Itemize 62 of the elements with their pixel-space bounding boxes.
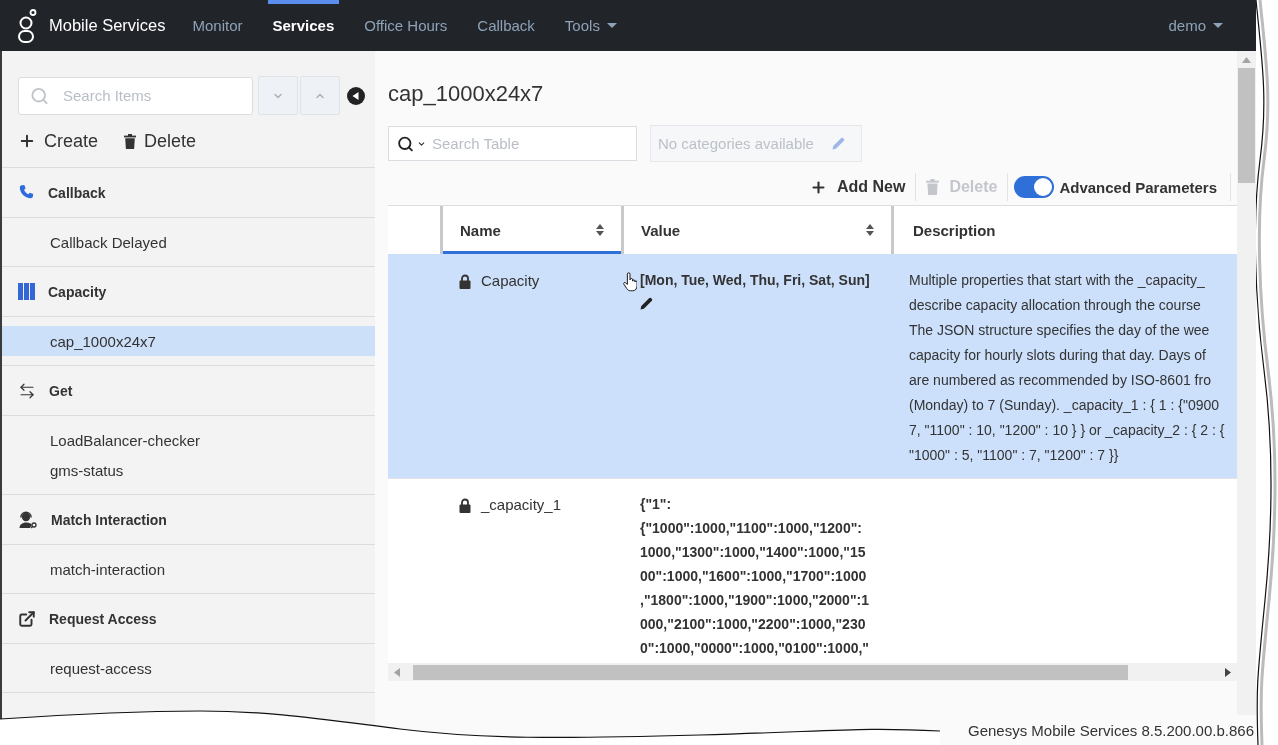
create-button[interactable]: Create <box>18 130 99 152</box>
search-icon <box>30 86 49 105</box>
group-label: Request Access <box>49 610 157 627</box>
nav-tab[interactable]: Callback <box>472 0 540 51</box>
category-text: No categories available <box>658 135 814 152</box>
table-row[interactable] <box>388 254 1237 479</box>
parameter-value: [Mon, Tue, Wed, Thu, Fri, Sat, Sun] <box>640 271 871 290</box>
pencil-icon[interactable] <box>640 297 653 310</box>
sort-icon <box>596 224 604 236</box>
vertical-scrollbar[interactable] <box>1237 51 1256 715</box>
previous-button[interactable] <box>300 76 340 115</box>
group-label: Capacity <box>48 283 107 300</box>
agent-search-icon <box>18 510 38 529</box>
logo-icon <box>18 8 38 43</box>
nav-tab[interactable]: Monitor <box>187 0 248 51</box>
chevron-down-icon <box>417 139 426 148</box>
toggle-label: Advanced Parameters <box>1059 178 1217 196</box>
plus-icon <box>809 178 827 196</box>
version-text: Genesys Mobile Services 8.5.200.00.b.866 <box>968 721 1254 739</box>
description-text: Multiple properties that start with the _capacity_ describe capacity allocation through the course The JSON structure specifies the day of the wee capacity for hourly slots during that day. Days of are numbered as recommended by ISO-8601 fro (Monday) to 7 (Sunday). _capacity_1 : { 1 : {"0900 7, "1100" : 10, "1200" : 10 } } or _capacity_2 : { 2 : { "1000" : 5, "1100" : 7, "1200" : 7 }} <box>908 271 1225 465</box>
parameter-value: {"1": {"1000":1000,"1100":1000,"1200": 1000,"1300":1000,"1400":1000,"15 00":1000,"1600":1000,"1700":1000 ,"1800":1000,"1900":1000,"2000":1 000,"2100":1000,"2200":1000,"230 0":1000,"0000":1000,"0100":1000," <box>640 495 870 658</box>
nav-tab[interactable]: Tools <box>559 0 622 51</box>
scrollbar-thumb[interactable] <box>413 664 1128 680</box>
phone-icon <box>18 184 35 201</box>
search-icon <box>397 135 414 152</box>
nav-tab[interactable]: Office Hours <box>359 0 453 51</box>
horizontal-scrollbar[interactable] <box>388 663 1237 681</box>
search-field[interactable]: Search Items <box>18 76 253 115</box>
page-title: cap_1000x24x7 <box>388 81 545 107</box>
sidebar-item[interactable]: gms-status <box>2 455 375 485</box>
columns-icon <box>18 283 35 300</box>
toggle-switch[interactable] <box>1014 176 1055 198</box>
collapse-icon[interactable] <box>347 86 365 105</box>
trash-icon <box>926 179 940 195</box>
table-search-field[interactable]: Search Table <box>388 126 637 161</box>
right-arrow-icon[interactable] <box>1225 667 1231 677</box>
up-arrow-icon[interactable] <box>1242 57 1251 63</box>
group-label: Match Interaction <box>51 511 167 528</box>
scrollbar-thumb[interactable] <box>1238 68 1255 183</box>
next-button[interactable] <box>258 76 298 115</box>
parameter-name: _capacity_1 <box>481 495 562 515</box>
sidebar-item[interactable]: match-interaction <box>2 554 375 584</box>
plus-icon <box>18 132 36 150</box>
add-new-button[interactable]: Add New <box>799 173 916 201</box>
caret-icon <box>1213 23 1223 28</box>
parameter-name: Capacity <box>481 271 540 291</box>
trash-icon <box>124 133 137 149</box>
sort-icon <box>866 224 874 236</box>
user-menu[interactable]: demo <box>1163 13 1228 38</box>
external-link-icon <box>18 609 36 628</box>
caret-icon <box>606 23 617 28</box>
group-label: Callback <box>48 184 106 201</box>
delete-button[interactable]: Delete <box>124 130 197 152</box>
swap-arrows-icon <box>18 381 36 400</box>
sidebar-item[interactable]: Callback Delayed <box>2 227 375 257</box>
sidebar-item[interactable]: LoadBalancer-checker <box>2 425 375 455</box>
app-title: Mobile Services <box>49 16 166 35</box>
sidebar-item[interactable]: cap_1000x24x7 <box>2 326 375 356</box>
left-arrow-icon[interactable] <box>394 667 400 677</box>
group-label: Get <box>49 382 73 399</box>
hand-cursor-icon <box>623 272 637 292</box>
sidebar-item[interactable]: request-access <box>2 653 375 683</box>
